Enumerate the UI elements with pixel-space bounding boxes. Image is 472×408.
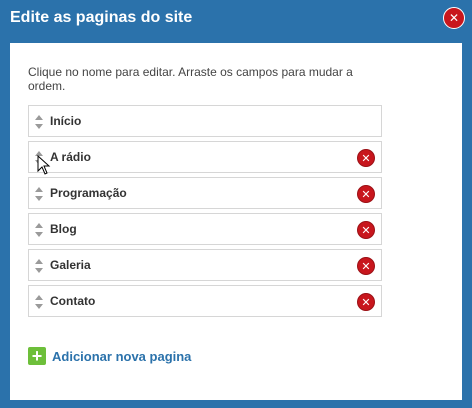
drag-handle-icon[interactable] bbox=[34, 258, 44, 274]
page-row-blog[interactable]: Blog ✕ bbox=[28, 213, 382, 245]
dialog-titlebar: Edite as paginas do site ✕ bbox=[0, 0, 472, 38]
page-row-programacao[interactable]: Programação ✕ bbox=[28, 177, 382, 209]
drag-handle-icon[interactable] bbox=[34, 150, 44, 166]
page-row-inicio[interactable]: Início bbox=[28, 105, 382, 137]
instructions-text: Clique no nome para editar. Arraste os c… bbox=[28, 65, 353, 93]
page-row-contato[interactable]: Contato ✕ bbox=[28, 285, 382, 317]
add-page-button[interactable]: + Adicionar nova pagina bbox=[28, 346, 191, 366]
delete-page-icon[interactable]: ✕ bbox=[357, 257, 375, 275]
plus-icon[interactable]: + bbox=[28, 347, 46, 365]
page-name[interactable]: Contato bbox=[50, 294, 95, 308]
drag-handle-icon[interactable] bbox=[34, 222, 44, 238]
page-name[interactable]: Blog bbox=[50, 222, 77, 236]
delete-page-icon[interactable]: ✕ bbox=[357, 221, 375, 239]
drag-handle-icon[interactable] bbox=[34, 186, 44, 202]
page-row-a-radio[interactable]: A rádio ✕ bbox=[28, 141, 382, 175]
page-list: Início A rádio ✕ Programação ✕ Blog ✕ Ga… bbox=[28, 105, 382, 321]
edit-pages-dialog: Edite as paginas do site ✕ Clique no nom… bbox=[0, 0, 472, 408]
delete-page-icon[interactable]: ✕ bbox=[357, 185, 375, 203]
dialog-body: Clique no nome para editar. Arraste os c… bbox=[10, 43, 462, 400]
page-row-galeria[interactable]: Galeria ✕ bbox=[28, 249, 382, 281]
add-page-label[interactable]: Adicionar nova pagina bbox=[52, 349, 191, 364]
dialog-title: Edite as paginas do site bbox=[10, 9, 193, 26]
delete-page-icon[interactable]: ✕ bbox=[357, 293, 375, 311]
delete-page-icon[interactable]: ✕ bbox=[357, 149, 375, 167]
drag-handle-icon[interactable] bbox=[34, 294, 44, 310]
close-icon[interactable]: ✕ bbox=[443, 7, 465, 29]
page-name[interactable]: A rádio bbox=[50, 150, 91, 164]
drag-handle-icon[interactable] bbox=[34, 114, 44, 130]
page-name[interactable]: Galeria bbox=[50, 258, 91, 272]
page-name[interactable]: Programação bbox=[50, 186, 127, 200]
page-name[interactable]: Início bbox=[50, 114, 81, 128]
